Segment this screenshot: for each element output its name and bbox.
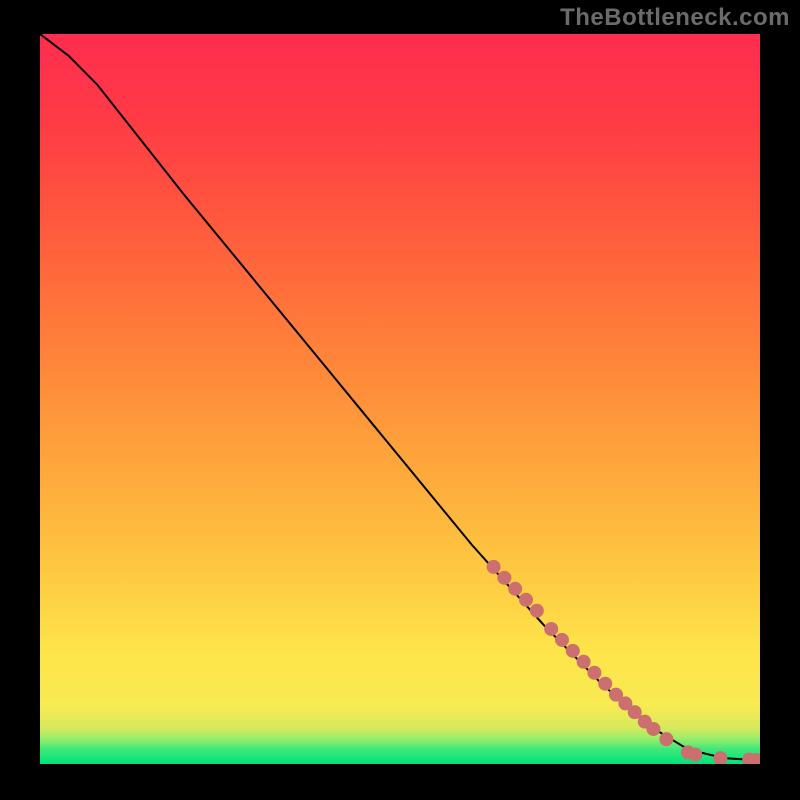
chart-root: TheBottleneck.com <box>0 0 800 800</box>
gradient-background <box>40 34 760 764</box>
plot-area <box>40 34 760 764</box>
watermark-text: TheBottleneck.com <box>560 4 790 32</box>
chart-svg <box>40 34 760 764</box>
